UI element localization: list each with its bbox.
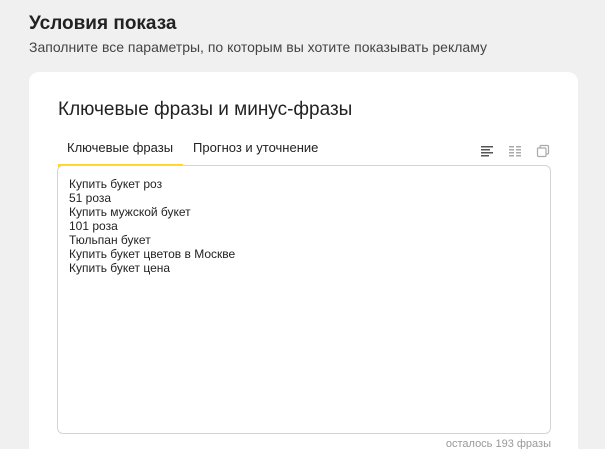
list-view-icon[interactable]: [480, 144, 494, 158]
phrases-remaining-counter: осталось 193 фразы: [445, 438, 551, 449]
keywords-card: Ключевые фразы и минус-фразы Ключевые фр…: [29, 72, 578, 449]
page-subtitle: Заполните все параметры, по которым вы х…: [29, 39, 487, 55]
phrase-line: Купить букет роз: [69, 177, 163, 191]
phrase-line: 51 роза: [69, 191, 112, 205]
phrase-line: 101 роза: [69, 219, 118, 233]
page-title: Условия показа: [29, 13, 177, 34]
card-title: Ключевые фразы и минус-фразы: [58, 99, 353, 120]
keywords-textarea[interactable]: Купить букет роз 51 роза Купить мужской …: [57, 165, 551, 434]
table-view-icon[interactable]: [508, 144, 522, 158]
tab-forecast[interactable]: Прогноз и уточнение: [183, 138, 328, 166]
tab-keywords[interactable]: Ключевые фразы: [58, 138, 184, 167]
view-toggle-group: [480, 144, 550, 158]
phrase-line: Купить букет цена: [69, 261, 171, 275]
phrase-line: Купить букет цветов в Москве: [69, 247, 236, 261]
phrase-line: Тюльпан букет: [69, 233, 151, 247]
tab-bar: Ключевые фразы Прогноз и уточнение: [58, 138, 328, 168]
page: Условия показа Заполните все параметры, …: [0, 0, 605, 449]
copy-icon[interactable]: [536, 144, 550, 158]
phrase-line: Купить мужской букет: [69, 205, 191, 219]
